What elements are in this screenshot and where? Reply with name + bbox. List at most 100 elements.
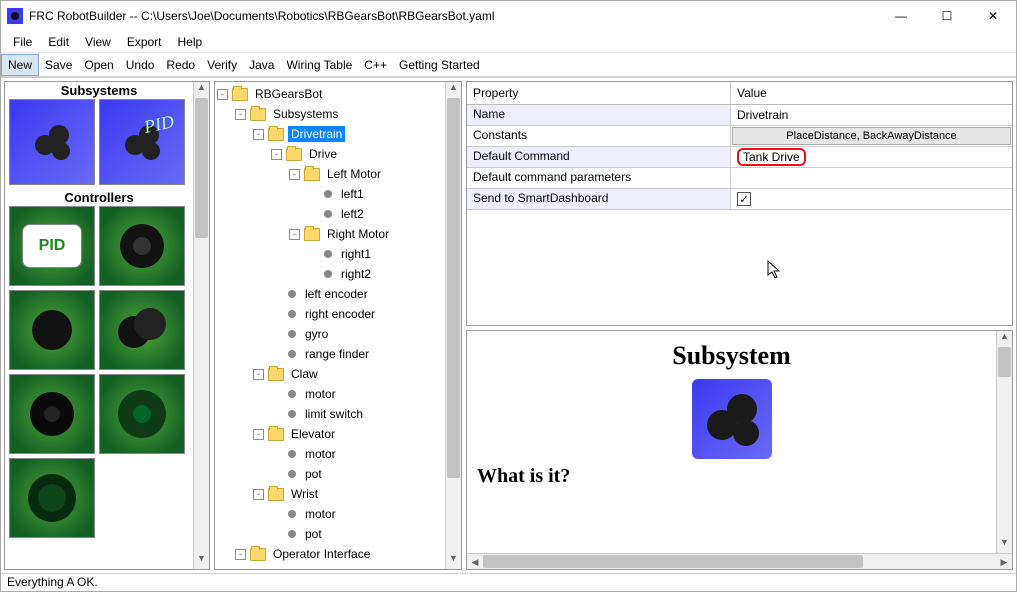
tree-node[interactable]: limit switch xyxy=(217,404,445,424)
tree-node[interactable]: left1 xyxy=(217,184,445,204)
tree-node[interactable]: - Wrist xyxy=(217,484,445,504)
palette-item-pid-controller[interactable]: PID xyxy=(9,206,95,286)
tree-label[interactable]: pot xyxy=(302,526,325,542)
tree-label[interactable]: Claw xyxy=(288,366,321,382)
tool-new[interactable]: New xyxy=(1,54,39,76)
close-button[interactable]: ✕ xyxy=(970,1,1016,31)
palette-item-controller-3[interactable] xyxy=(9,290,95,370)
tree-label[interactable]: Operator Interface xyxy=(270,546,373,562)
palette-item-controller-6[interactable] xyxy=(99,374,185,454)
property-value[interactable]: Drivetrain xyxy=(731,105,1012,125)
tree-node[interactable]: - Operator Interface xyxy=(217,544,445,564)
tree-toggle[interactable]: - xyxy=(235,549,246,560)
menu-export[interactable]: Export xyxy=(119,33,170,51)
tree-label[interactable]: motor xyxy=(302,446,339,462)
tree-label[interactable]: Drive xyxy=(306,146,340,162)
folder-icon xyxy=(268,488,284,501)
tree-node[interactable]: - Drivetrain xyxy=(217,124,445,144)
tree-label[interactable]: left2 xyxy=(338,206,367,222)
tree-toggle[interactable]: - xyxy=(289,169,300,180)
palette-item-motor-controller[interactable] xyxy=(99,206,185,286)
tree-label[interactable]: Right Motor xyxy=(324,226,392,242)
tree-node[interactable]: gyro xyxy=(217,324,445,344)
tree-node[interactable]: right encoder xyxy=(217,304,445,324)
minimize-button[interactable]: — xyxy=(878,1,924,31)
tree-label[interactable]: gyro xyxy=(302,326,331,342)
tree-node[interactable]: motor xyxy=(217,504,445,524)
tree-node[interactable]: motor xyxy=(217,444,445,464)
tree-node[interactable]: - Claw xyxy=(217,364,445,384)
tree-toggle[interactable]: - xyxy=(289,229,300,240)
tool-wiring-table[interactable]: Wiring Table xyxy=(280,55,358,75)
palette-item-controller-4[interactable] xyxy=(99,290,185,370)
tool-open[interactable]: Open xyxy=(78,55,119,75)
tree-node[interactable]: pot xyxy=(217,524,445,544)
palette-item-pid-subsystem[interactable]: PID xyxy=(99,99,185,185)
tree-node[interactable]: - Elevator xyxy=(217,424,445,444)
tree-label[interactable]: Elevator xyxy=(288,426,338,442)
menu-view[interactable]: View xyxy=(77,33,119,51)
folder-icon xyxy=(232,88,248,101)
tree-label[interactable]: pot xyxy=(302,466,325,482)
tree-label[interactable]: range finder xyxy=(302,346,372,362)
tree-scrollbar[interactable]: ▲▼ xyxy=(445,82,461,569)
tool-c++[interactable]: C++ xyxy=(358,55,393,75)
tree-toggle[interactable]: - xyxy=(271,149,282,160)
property-value[interactable]: ✓ xyxy=(731,189,1012,209)
doc-vscrollbar[interactable]: ▲▼ xyxy=(996,331,1012,553)
property-value[interactable]: PlaceDistance, BackAwayDistance xyxy=(732,127,1011,145)
checkbox[interactable]: ✓ xyxy=(737,192,751,206)
tree-node[interactable]: pot xyxy=(217,464,445,484)
tree-label[interactable]: Subsystems xyxy=(270,106,341,122)
window-title: FRC RobotBuilder -- C:\Users\Joe\Documen… xyxy=(29,9,878,23)
tree-label[interactable]: motor xyxy=(302,386,339,402)
tree-toggle[interactable]: - xyxy=(253,369,264,380)
tool-verify[interactable]: Verify xyxy=(201,55,243,75)
tree-label[interactable]: Left Motor xyxy=(324,166,384,182)
tree-node[interactable]: left2 xyxy=(217,204,445,224)
tree-label[interactable]: right1 xyxy=(338,246,374,262)
tree-node[interactable]: left encoder xyxy=(217,284,445,304)
tree-node[interactable]: - Drive xyxy=(217,144,445,164)
tree-toggle[interactable]: - xyxy=(253,489,264,500)
property-value[interactable]: Tank Drive xyxy=(731,147,1012,167)
tool-getting-started[interactable]: Getting Started xyxy=(393,55,486,75)
tree-label[interactable]: Wrist xyxy=(288,486,321,502)
property-row: NameDrivetrain xyxy=(467,105,1012,126)
tool-redo[interactable]: Redo xyxy=(160,55,201,75)
tree-node[interactable]: right2 xyxy=(217,264,445,284)
tree-node[interactable]: motor xyxy=(217,384,445,404)
tree-node[interactable]: right1 xyxy=(217,244,445,264)
tree-toggle[interactable]: - xyxy=(235,109,246,120)
tree-node[interactable]: - RBGearsBot xyxy=(217,84,445,104)
tree-label[interactable]: right encoder xyxy=(302,306,378,322)
highlighted-value[interactable]: Tank Drive xyxy=(737,148,806,166)
maximize-button[interactable]: ☐ xyxy=(924,1,970,31)
tree-label[interactable]: left1 xyxy=(338,186,367,202)
doc-hscrollbar[interactable]: ◀▶ xyxy=(467,553,1012,569)
property-value[interactable] xyxy=(731,168,1012,188)
tree-label[interactable]: limit switch xyxy=(302,406,366,422)
tree-label[interactable]: right2 xyxy=(338,266,374,282)
tree-node[interactable]: - Right Motor xyxy=(217,224,445,244)
tree-node[interactable]: - Left Motor xyxy=(217,164,445,184)
palette-item-subsystem[interactable] xyxy=(9,99,95,185)
tool-save[interactable]: Save xyxy=(39,55,78,75)
tree-label[interactable]: Drivetrain xyxy=(288,126,345,142)
tool-java[interactable]: Java xyxy=(243,55,280,75)
tree-toggle[interactable]: - xyxy=(253,429,264,440)
tree-label[interactable]: motor xyxy=(302,506,339,522)
tree-toggle[interactable]: - xyxy=(217,89,228,100)
tool-undo[interactable]: Undo xyxy=(120,55,161,75)
menu-edit[interactable]: Edit xyxy=(40,33,77,51)
tree-label[interactable]: RBGearsBot xyxy=(252,86,325,102)
tree-label[interactable]: left encoder xyxy=(302,286,371,302)
menu-file[interactable]: File xyxy=(5,33,40,51)
palette-item-controller-5[interactable] xyxy=(9,374,95,454)
menu-help[interactable]: Help xyxy=(170,33,211,51)
tree-node[interactable]: - Subsystems xyxy=(217,104,445,124)
tree-node[interactable]: range finder xyxy=(217,344,445,364)
tree-toggle[interactable]: - xyxy=(253,129,264,140)
palette-item-controller-7[interactable] xyxy=(9,458,95,538)
palette-scrollbar[interactable]: ▲▼ xyxy=(193,82,209,569)
